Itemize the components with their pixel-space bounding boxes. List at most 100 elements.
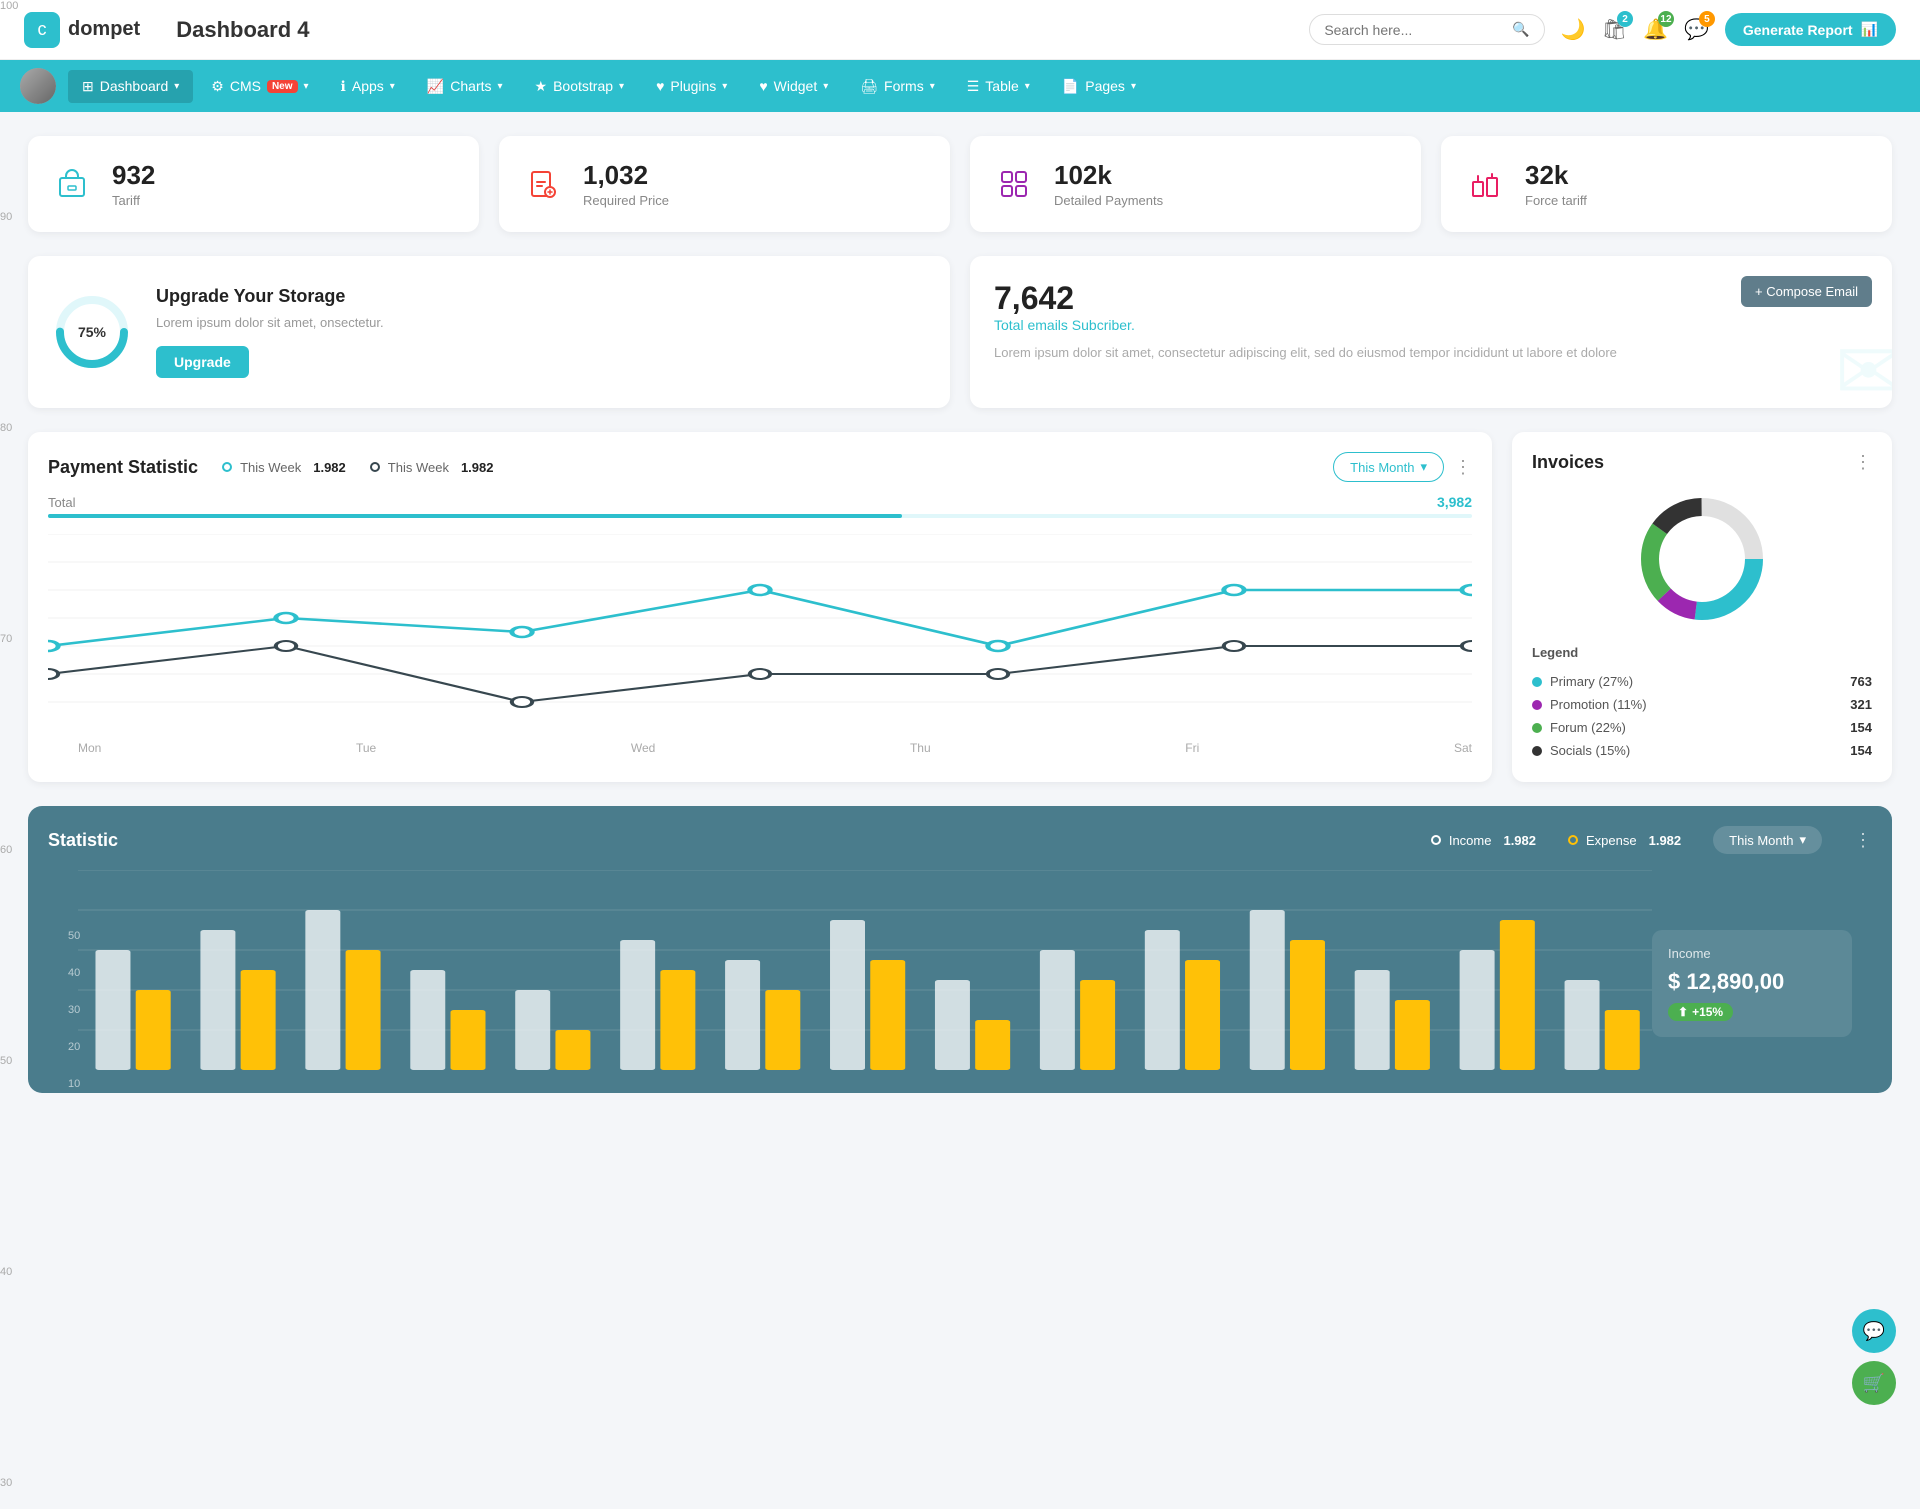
force-tariff-icon (1461, 160, 1509, 208)
generate-report-button[interactable]: Generate Report 📊 (1725, 13, 1896, 46)
expense-value: 1.982 (1649, 833, 1682, 848)
email-subtitle: Total emails Subcriber. (994, 317, 1868, 333)
payment-legend: This Week 1.982 This Week 1.982 (222, 460, 493, 475)
chevron-down-icon-pages: ▾ (1131, 81, 1136, 92)
dashboard-icon: ⊞ (82, 78, 94, 95)
chevron-down-icon-table: ▾ (1025, 81, 1030, 92)
nav-label-bootstrap: Bootstrap (553, 78, 613, 94)
tariff-info: 932 Tariff (112, 160, 155, 208)
table-icon: ☰ (967, 78, 980, 95)
cms-badge: New (267, 80, 298, 93)
email-bg-icon: ✉ (1835, 325, 1892, 408)
payment-card: Payment Statistic This Week 1.982 This W… (28, 432, 1492, 782)
bootstrap-icon: ★ (535, 78, 548, 95)
search-icon: 🔍 (1512, 21, 1529, 38)
chevron-down-icon-bootstrap: ▾ (619, 81, 624, 92)
shop-badge: 2 (1617, 11, 1633, 27)
moon-icon[interactable]: 🌙 (1561, 17, 1586, 42)
force-tariff-value: 32k (1525, 160, 1587, 191)
invoices-card: Invoices ⋮ (1512, 432, 1892, 782)
this-month-button[interactable]: This Month ▾ (1333, 452, 1444, 482)
income-dot (1431, 835, 1441, 845)
notification-badge: 12 (1658, 11, 1674, 27)
legend-this-week-2: This Week 1.982 (370, 460, 494, 475)
y-axis-labels: 100 90 80 70 60 50 40 30 (0, 0, 18, 1509)
chart-section: Payment Statistic This Week 1.982 This W… (28, 432, 1892, 782)
chevron-down-icon-cms: ▾ (304, 81, 309, 92)
message-badge: 5 (1699, 11, 1715, 27)
stat-legend-expense: Expense 1.982 (1568, 833, 1681, 848)
line-chart-container: 100 90 80 70 60 50 40 30 (48, 534, 1472, 755)
sidebar-item-plugins[interactable]: ♥ Plugins ▾ (642, 70, 741, 102)
invoices-header: Invoices ⋮ (1532, 452, 1872, 473)
plugins-icon: ♥ (656, 78, 664, 94)
generate-report-label: Generate Report (1743, 22, 1853, 38)
cart-float-button[interactable]: 🛒 (1852, 1361, 1896, 1405)
middle-row: 75% Upgrade Your Storage Lorem ipsum dol… (28, 256, 1892, 408)
search-box[interactable]: 🔍 (1309, 14, 1544, 45)
line-chart-area: Mon Tue Wed Thu Fri Sat (48, 534, 1472, 755)
invoices-donut-chart (1532, 489, 1872, 629)
cms-icon: ⚙ (211, 78, 224, 95)
chevron-down-icon-charts: ▾ (498, 81, 503, 92)
sidebar-item-apps[interactable]: ℹ Apps ▾ (327, 70, 409, 103)
legend-label-1: This Week (240, 460, 301, 475)
detailed-payments-info: 102k Detailed Payments (1054, 160, 1163, 208)
sidebar-item-dashboard[interactable]: ⊞ Dashboard ▾ (68, 70, 193, 103)
nav-label-cms: CMS (230, 78, 261, 94)
search-input[interactable] (1324, 22, 1504, 38)
required-price-label: Required Price (583, 193, 669, 208)
x-axis-labels: Mon Tue Wed Thu Fri Sat (48, 737, 1472, 755)
nav-label-charts: Charts (450, 78, 491, 94)
stat-card-tariff: 932 Tariff (28, 136, 479, 232)
value-promotion: 321 (1850, 697, 1872, 712)
statistic-month-label: This Month (1729, 833, 1793, 848)
email-card: + Compose Email 7,642 Total emails Subcr… (970, 256, 1892, 408)
income-badge: ⬆ +15% (1668, 1003, 1733, 1021)
payment-title: Payment Statistic (48, 457, 198, 478)
compose-email-button[interactable]: + Compose Email (1741, 276, 1872, 307)
statistic-more-button[interactable]: ⋮ (1854, 830, 1872, 851)
sidebar-item-charts[interactable]: 📈 Charts ▾ (413, 70, 517, 103)
message-icon[interactable]: 💬 5 (1684, 17, 1709, 42)
chevron-down-icon-month: ▾ (1420, 459, 1427, 475)
sidebar-item-table[interactable]: ☰ Table ▾ (953, 70, 1044, 103)
sidebar-item-forms[interactable]: 🖨 Forms ▾ (846, 70, 948, 103)
stat-cards-row: 932 Tariff 1,032 Required Price (28, 136, 1892, 232)
storage-desc: Lorem ipsum dolor sit amet, onsectetur. (156, 315, 384, 330)
force-tariff-info: 32k Force tariff (1525, 160, 1587, 208)
header: c dompet Dashboard 4 🔍 🌙 🛍 2 🔔 12 💬 5 Ge… (0, 0, 1920, 60)
storage-percent: 75% (78, 324, 106, 340)
sidebar-item-cms[interactable]: ⚙ CMS New ▾ (197, 70, 322, 103)
upgrade-button[interactable]: Upgrade (156, 346, 249, 378)
notification-icon[interactable]: 🔔 12 (1643, 17, 1668, 42)
logo-name: dompet (68, 18, 140, 41)
storage-title: Upgrade Your Storage (156, 286, 384, 307)
invoices-more-button[interactable]: ⋮ (1854, 452, 1872, 473)
stat-card-detailed-payments: 102k Detailed Payments (970, 136, 1421, 232)
invoices-title: Invoices (1532, 452, 1604, 473)
shop-icon[interactable]: 🛍 2 (1602, 17, 1627, 42)
legend-value-2: 1.982 (461, 460, 494, 475)
detailed-payments-label: Detailed Payments (1054, 193, 1163, 208)
chevron-down-icon-widget: ▾ (823, 81, 828, 92)
dot-promotion (1532, 700, 1542, 710)
sidebar-item-pages[interactable]: 📄 Pages ▾ (1048, 70, 1150, 103)
nav-label-dashboard: Dashboard (100, 78, 169, 94)
chevron-down-icon: ▾ (174, 81, 179, 92)
expense-label: Expense (1586, 833, 1637, 848)
statistic-this-month-button[interactable]: This Month ▾ (1713, 826, 1822, 854)
detailed-payments-value: 102k (1054, 160, 1163, 191)
statistic-header: Statistic Income 1.982 Expense 1.982 T (48, 826, 1872, 854)
support-float-button[interactable]: 💬 (1852, 1309, 1896, 1353)
force-tariff-label: Force tariff (1525, 193, 1587, 208)
income-amount: $ 12,890,00 (1668, 969, 1836, 995)
bar-chart-wrapper (48, 870, 1652, 1073)
widget-icon: ♥ (759, 78, 767, 94)
sidebar-item-bootstrap[interactable]: ★ Bootstrap ▾ (521, 70, 639, 103)
sidebar-item-widget[interactable]: ♥ Widget ▾ (745, 70, 842, 102)
charts-icon: 📈 (427, 78, 444, 95)
payment-more-button[interactable]: ⋮ (1454, 457, 1472, 478)
legend-heading: Legend (1532, 645, 1872, 660)
legend-item-primary: Primary (27%) 763 (1532, 670, 1872, 693)
